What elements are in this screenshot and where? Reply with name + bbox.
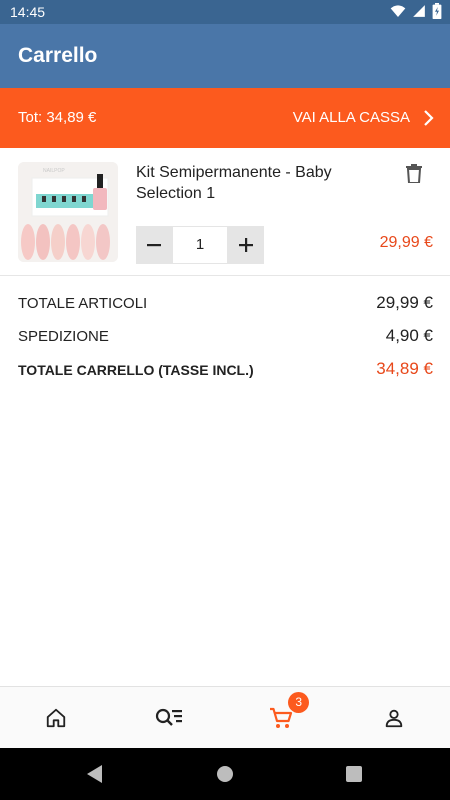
app-bar: Carrello — [0, 24, 450, 88]
status-bar: 14:45 — [0, 0, 450, 24]
shipping-row: SPEDIZIONE 4,90 € — [0, 325, 450, 358]
minus-icon — [147, 244, 161, 247]
decrease-quantity-button[interactable] — [136, 226, 172, 264]
page-title: Carrello — [18, 44, 98, 67]
product-price: 29,99 € — [379, 234, 433, 251]
search-list-icon — [155, 708, 182, 726]
subtotal-value: 29,99 € — [376, 293, 433, 312]
chevron-right-icon[interactable] — [423, 109, 435, 127]
shipping-label: SPEDIZIONE — [18, 328, 109, 345]
recents-button[interactable] — [346, 766, 362, 782]
nav-cart[interactable]: 3 — [225, 687, 338, 748]
cart-item: NAILPOP Kit Semipermanente - Baby Select… — [0, 148, 450, 276]
subtotal-row: TOTALE ARTICOLI 29,99 € — [0, 292, 450, 325]
back-icon[interactable] — [86, 764, 104, 784]
subtotal-label: TOTALE ARTICOLI — [18, 295, 148, 312]
brand-watermark: NAILPOP — [43, 168, 65, 174]
delete-icon[interactable] — [406, 164, 422, 183]
quantity-stepper: 1 — [136, 226, 264, 264]
status-icons — [390, 3, 442, 19]
increase-quantity-button[interactable] — [228, 226, 264, 264]
checkout-button[interactable]: VAI ALLA CASSA — [293, 109, 410, 126]
nav-home[interactable] — [0, 687, 113, 748]
checkout-total: Tot: 34,89 € — [18, 109, 97, 126]
total-value: 34,89 € — [376, 359, 433, 378]
checkout-bar[interactable]: Tot: 34,89 € VAI ALLA CASSA — [0, 88, 450, 148]
bottom-nav: 3 — [0, 686, 450, 748]
status-time: 14:45 — [10, 4, 46, 20]
battery-icon — [432, 3, 442, 19]
account-icon — [385, 709, 402, 727]
total-row: TOTALE CARRELLO (TASSE INCL.) 34,89 € — [0, 358, 450, 391]
home-icon — [47, 708, 66, 727]
shipping-value: 4,90 € — [385, 326, 433, 345]
cart-icon — [270, 707, 293, 728]
nav-search[interactable] — [113, 687, 226, 748]
cellular-signal-icon — [413, 5, 425, 17]
total-label: TOTALE CARRELLO (TASSE INCL.) — [18, 362, 254, 378]
plus-icon — [239, 238, 253, 252]
home-button[interactable] — [217, 766, 233, 782]
nav-account[interactable] — [338, 687, 450, 748]
cart-count-badge: 3 — [288, 692, 310, 713]
product-name[interactable]: Kit Semipermanente - Baby Selection 1 — [136, 162, 376, 204]
cart-summary: TOTALE ARTICOLI 29,99 € SPEDIZIONE 4,90 … — [0, 292, 450, 391]
wifi-icon — [390, 5, 406, 17]
product-image[interactable]: NAILPOP — [18, 162, 118, 262]
quantity-value[interactable]: 1 — [172, 226, 228, 264]
product-image-graphic: NAILPOP — [18, 162, 118, 262]
system-nav-bar — [0, 748, 450, 800]
